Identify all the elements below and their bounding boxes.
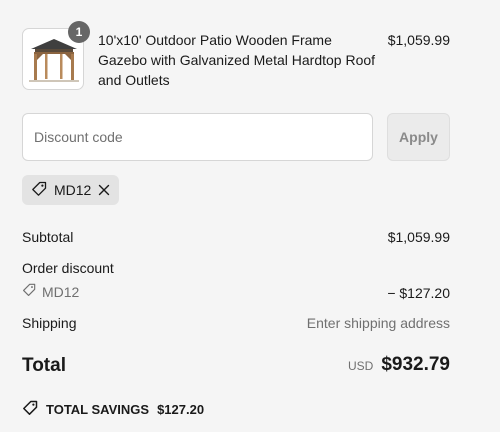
- remove-discount-close-icon[interactable]: [98, 184, 110, 196]
- quantity-badge: 1: [68, 21, 90, 43]
- currency-code: USD: [347, 359, 374, 373]
- total-label: Total: [22, 355, 66, 376]
- product-title: 10'x10' Outdoor Patio Wooden Frame Gazeb…: [98, 32, 376, 88]
- applied-code-label: MD12: [54, 182, 92, 198]
- total-savings-label: TOTAL SAVINGS: [46, 402, 150, 417]
- shipping-value: Enter shipping address: [306, 315, 450, 331]
- subtotal-value: $1,059.99: [387, 229, 450, 245]
- order-discount-code: MD12: [22, 283, 79, 300]
- subtotal-label: Subtotal: [22, 229, 74, 245]
- tag-icon: [22, 400, 38, 419]
- product-price: $1,059.99: [387, 32, 450, 48]
- gazebo-product-image: [29, 39, 79, 82]
- tag-icon: [22, 283, 36, 300]
- order-discount-code-text: MD12: [42, 283, 80, 300]
- shipping-label: Shipping: [22, 315, 77, 331]
- order-discount-label: Order discount: [22, 260, 114, 276]
- tag-icon: [31, 181, 47, 200]
- order-discount-value: − $127.20: [387, 285, 450, 301]
- total-value-group: USD $932.79: [348, 354, 450, 376]
- total-savings-value: $127.20: [157, 402, 205, 417]
- applied-discount-chip: MD12: [22, 175, 119, 205]
- total-amount: $932.79: [381, 354, 450, 375]
- discount-code-input[interactable]: [22, 113, 373, 161]
- apply-discount-button[interactable]: Apply: [387, 113, 450, 161]
- total-savings: TOTAL SAVINGS $127.20: [22, 400, 204, 419]
